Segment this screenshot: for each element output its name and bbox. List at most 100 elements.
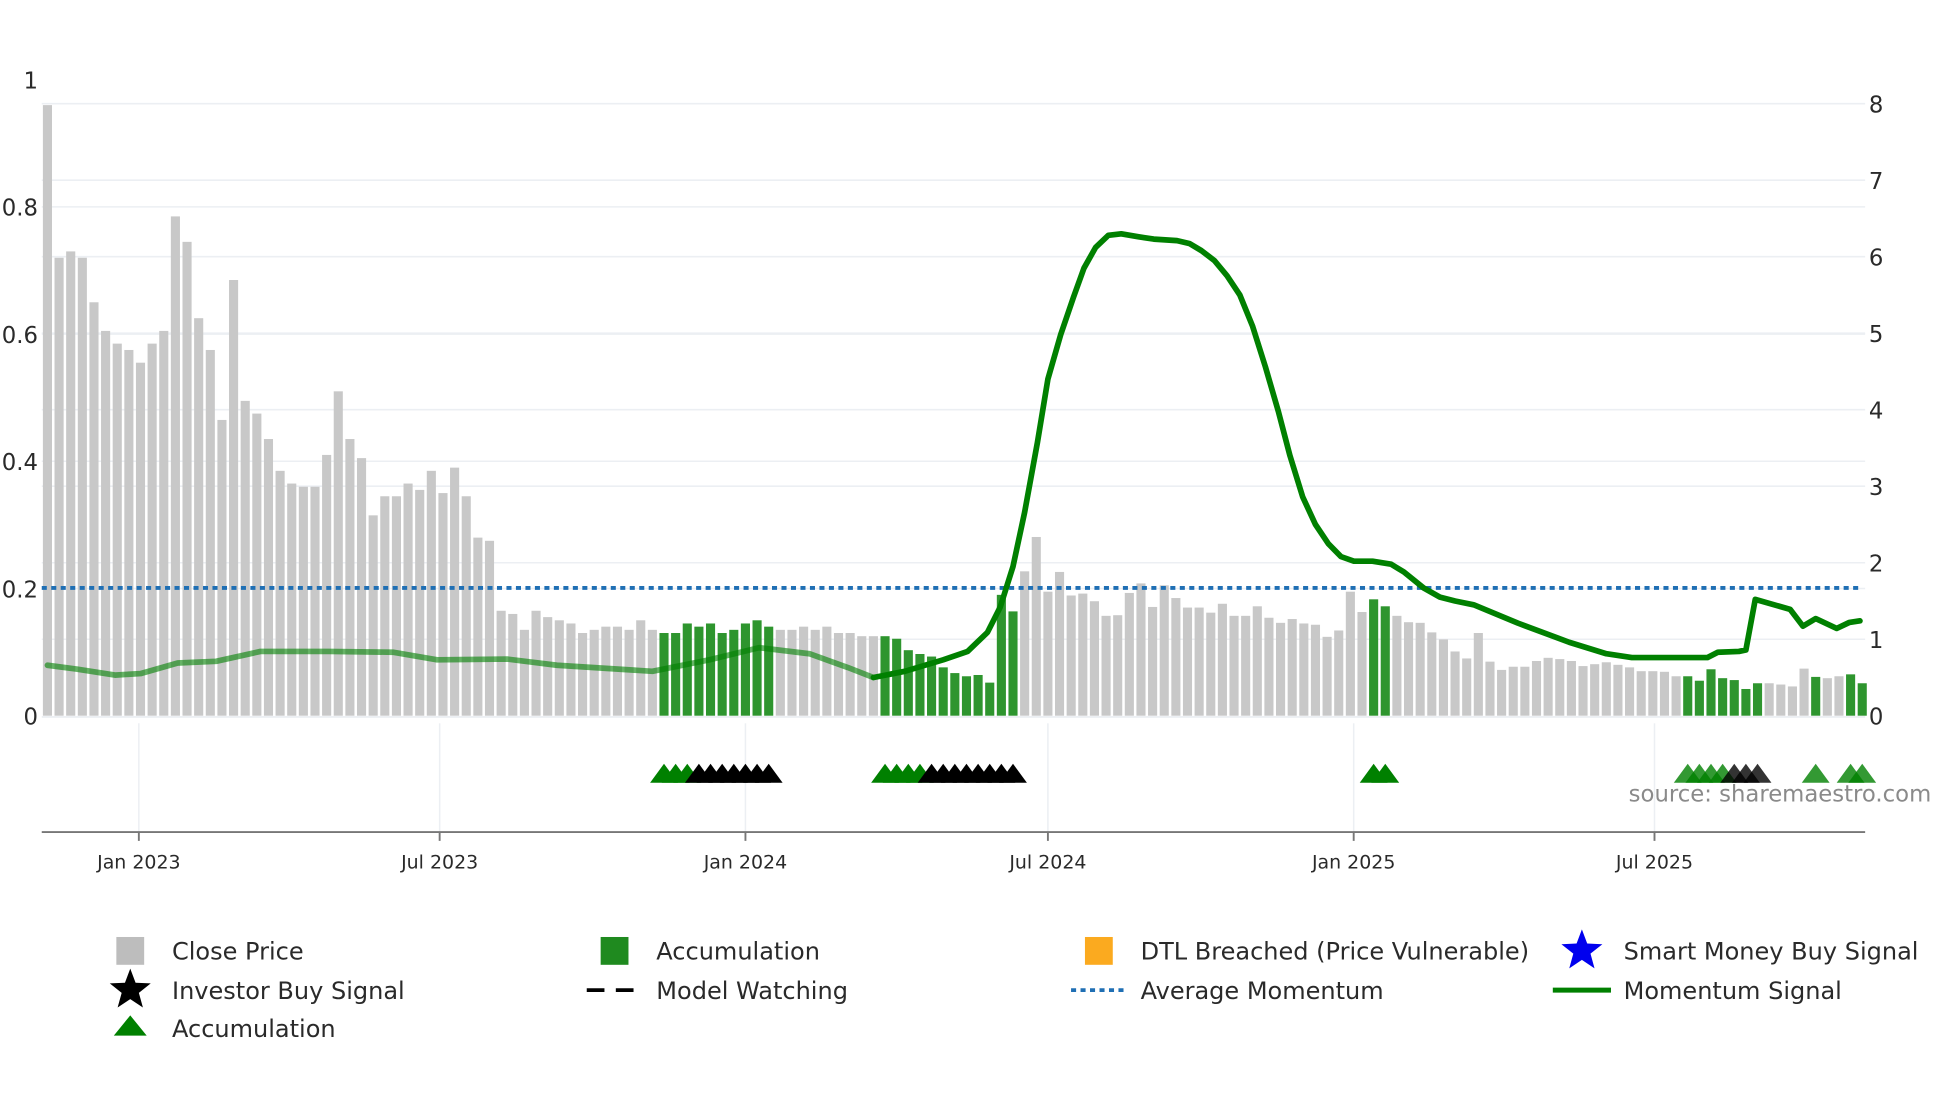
- close-price-bar: [298, 486, 308, 716]
- close-price-bar: [1485, 661, 1495, 716]
- close-price-bar: [89, 302, 99, 716]
- close-price-bar: [833, 633, 844, 716]
- x-tick-label: Jul 2023: [400, 852, 478, 874]
- close-price-bar: [1450, 651, 1460, 716]
- accumulation-bar: [892, 638, 902, 716]
- legend-square-icon: [116, 936, 145, 965]
- close-price-bar: [1066, 595, 1076, 716]
- y-right-tick-label: 0: [1869, 705, 1883, 731]
- close-price-bar: [345, 439, 355, 716]
- legend-triangle-icon: [113, 1015, 147, 1036]
- close-price-bar: [1194, 607, 1204, 716]
- close-price-bar: [1241, 615, 1251, 716]
- close-price-bar: [1206, 612, 1216, 716]
- close-price-bar: [1555, 659, 1565, 716]
- accumulation-bar: [682, 623, 692, 716]
- close-price-bar: [124, 349, 134, 716]
- legend-item: Average Momentum: [1071, 977, 1384, 1005]
- legend-square-icon: [1084, 936, 1113, 965]
- close-price-bar: [1101, 615, 1111, 716]
- legend-label: Investor Buy Signal: [172, 977, 405, 1005]
- close-price-bar: [810, 629, 820, 716]
- y-right-tick-label: 2: [1869, 552, 1883, 578]
- close-price-bar: [426, 470, 436, 716]
- accumulation-bar: [717, 633, 727, 716]
- close-price-bar: [589, 629, 599, 716]
- legend-item: DTL Breached (Price Vulnerable): [1084, 936, 1530, 966]
- x-tick-label: Jan 2025: [1311, 852, 1395, 874]
- close-price-bar: [1217, 603, 1227, 716]
- close-price-bar: [310, 486, 320, 716]
- legend-label: Smart Money Buy Signal: [1624, 938, 1919, 966]
- close-price-bar: [391, 496, 401, 716]
- accumulation-bar: [729, 629, 739, 716]
- legend-label: Accumulation: [172, 1015, 336, 1043]
- close-price-bar: [1357, 612, 1367, 716]
- close-price-bar: [287, 483, 297, 716]
- close-price-bar: [1054, 571, 1065, 716]
- close-price-bar: [182, 241, 192, 716]
- close-price-bar: [403, 483, 413, 716]
- accumulation-bar: [1741, 688, 1751, 716]
- accumulation-bar: [694, 626, 704, 716]
- close-price-bar: [1671, 676, 1681, 716]
- y-right-tick-label: 8: [1869, 93, 1883, 119]
- accumulation-bar: [903, 650, 913, 716]
- x-tick-label: Jan 2024: [703, 852, 787, 874]
- legend-item: Close Price: [116, 936, 304, 966]
- close-price-bar: [1182, 607, 1193, 716]
- close-price-bar: [217, 419, 227, 716]
- accumulation-bar: [961, 676, 972, 716]
- close-price-bar: [147, 343, 157, 716]
- close-price-bar: [1566, 661, 1576, 716]
- accumulation-bar: [1369, 599, 1379, 716]
- close-price-bar: [1089, 601, 1099, 716]
- legend-item: Accumulation: [113, 1015, 336, 1043]
- y-right-tick-label: 5: [1869, 322, 1883, 348]
- close-price-bar: [1462, 658, 1472, 716]
- close-price-bar: [1031, 536, 1041, 716]
- close-price-bar: [1601, 662, 1611, 716]
- accumulation-bar: [1380, 606, 1390, 716]
- legend: Close Price Accumulation DTL Breached (Pri…: [109, 929, 1919, 1043]
- accumulation-bar: [671, 633, 681, 716]
- legend-star-icon: [1561, 929, 1603, 969]
- legend-label: Close Price: [172, 938, 304, 966]
- close-price-bar: [1659, 671, 1670, 716]
- close-price-bar: [450, 467, 460, 716]
- accumulation-bar: [1857, 683, 1867, 716]
- close-price-bar: [1124, 592, 1134, 716]
- close-price-bar: [333, 391, 343, 716]
- legend-label: Average Momentum: [1141, 977, 1384, 1005]
- y-right-tick-label: 7: [1869, 169, 1883, 195]
- close-price-bar: [170, 216, 180, 716]
- x-tick-label: Jul 2025: [1615, 852, 1693, 874]
- legend-star-icon: [109, 968, 151, 1008]
- close-price-bar: [566, 623, 576, 716]
- close-price-bar: [1834, 676, 1844, 716]
- y-left-tick-label: 0.8: [2, 196, 38, 222]
- close-price-bar: [484, 540, 495, 716]
- close-price-bar: [194, 318, 204, 716]
- close-price-bar: [42, 105, 52, 716]
- close-price-bar: [496, 610, 506, 716]
- close-price-bar: [159, 330, 169, 716]
- y-right-tick-label: 4: [1869, 399, 1883, 425]
- close-price-bar: [66, 251, 76, 716]
- close-price-bar: [229, 280, 239, 716]
- accumulation-bar: [1846, 674, 1856, 716]
- close-price-bar: [775, 629, 785, 716]
- legend-label: DTL Breached (Price Vulnerable): [1141, 938, 1530, 966]
- close-price-bar: [519, 629, 529, 716]
- legend-item: Momentum Signal: [1552, 977, 1842, 1005]
- y-left-tick-label: 1: [23, 69, 37, 95]
- close-price-bar: [845, 633, 855, 716]
- signal-markers: [650, 763, 1877, 783]
- close-price-bar: [1799, 668, 1809, 716]
- close-price-bar: [135, 362, 146, 716]
- close-price-bar: [1438, 639, 1448, 716]
- y-left-tick-label: 0.2: [2, 577, 38, 603]
- close-price-bar: [1113, 615, 1123, 716]
- close-price-bar: [77, 257, 87, 716]
- accumulation-bar: [705, 623, 716, 716]
